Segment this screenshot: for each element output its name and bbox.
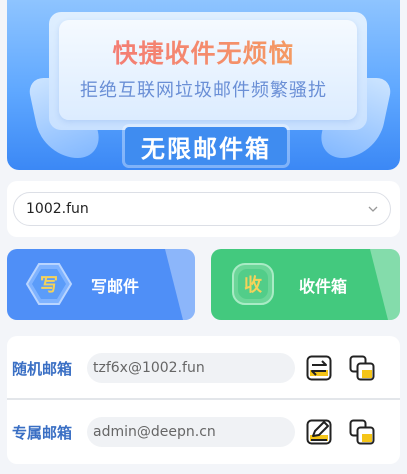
custom-mailbox-label: 专属邮箱 bbox=[12, 423, 73, 442]
compose-icon: 写 bbox=[25, 263, 73, 305]
banner-headline: 快捷收件无烦恼 bbox=[7, 34, 400, 70]
compose-button[interactable]: 写 写邮件 bbox=[7, 249, 195, 320]
compose-icon-char: 写 bbox=[40, 275, 58, 296]
banner-badge: 无限邮件箱 bbox=[125, 127, 287, 165]
inbox-icon: 收 bbox=[232, 263, 274, 305]
compose-stripe-decoration bbox=[165, 249, 195, 320]
banner-subline: 拒绝互联网垃圾邮件频繁骚扰 bbox=[80, 80, 327, 101]
domain-select[interactable]: 1002.fun bbox=[13, 192, 391, 226]
custom-mailbox-row: 专属邮箱 admin@deepn.cn bbox=[7, 402, 400, 462]
random-mailbox-row: 随机邮箱 tzf6x@1002.fun bbox=[7, 338, 400, 398]
domain-card: 1002.fun bbox=[7, 181, 400, 237]
mailbox-card: 随机邮箱 tzf6x@1002.fun 专属邮箱 admin@deepn.cn bbox=[7, 336, 400, 464]
refresh-icon[interactable] bbox=[306, 355, 332, 381]
random-mailbox-address[interactable]: tzf6x@1002.fun bbox=[87, 353, 295, 383]
copy-icon[interactable] bbox=[349, 419, 375, 445]
promo-banner: 快捷收件无烦恼 拒绝互联网垃圾邮件频繁骚扰 无限邮件箱 bbox=[7, 0, 400, 170]
inbox-stripe-decoration bbox=[370, 249, 400, 320]
chevron-down-icon bbox=[368, 206, 378, 212]
compose-label: 写邮件 bbox=[91, 277, 140, 296]
edit-icon[interactable] bbox=[306, 419, 332, 445]
inbox-icon-char: 收 bbox=[244, 274, 262, 296]
row-divider bbox=[7, 398, 400, 400]
copy-icon[interactable] bbox=[349, 355, 375, 381]
custom-mailbox-address[interactable]: admin@deepn.cn bbox=[87, 417, 295, 447]
random-mailbox-label: 随机邮箱 bbox=[12, 359, 73, 378]
domain-select-value: 1002.fun bbox=[26, 201, 89, 217]
inbox-label: 收件箱 bbox=[299, 277, 348, 296]
inbox-button[interactable]: 收 收件箱 bbox=[211, 249, 400, 320]
